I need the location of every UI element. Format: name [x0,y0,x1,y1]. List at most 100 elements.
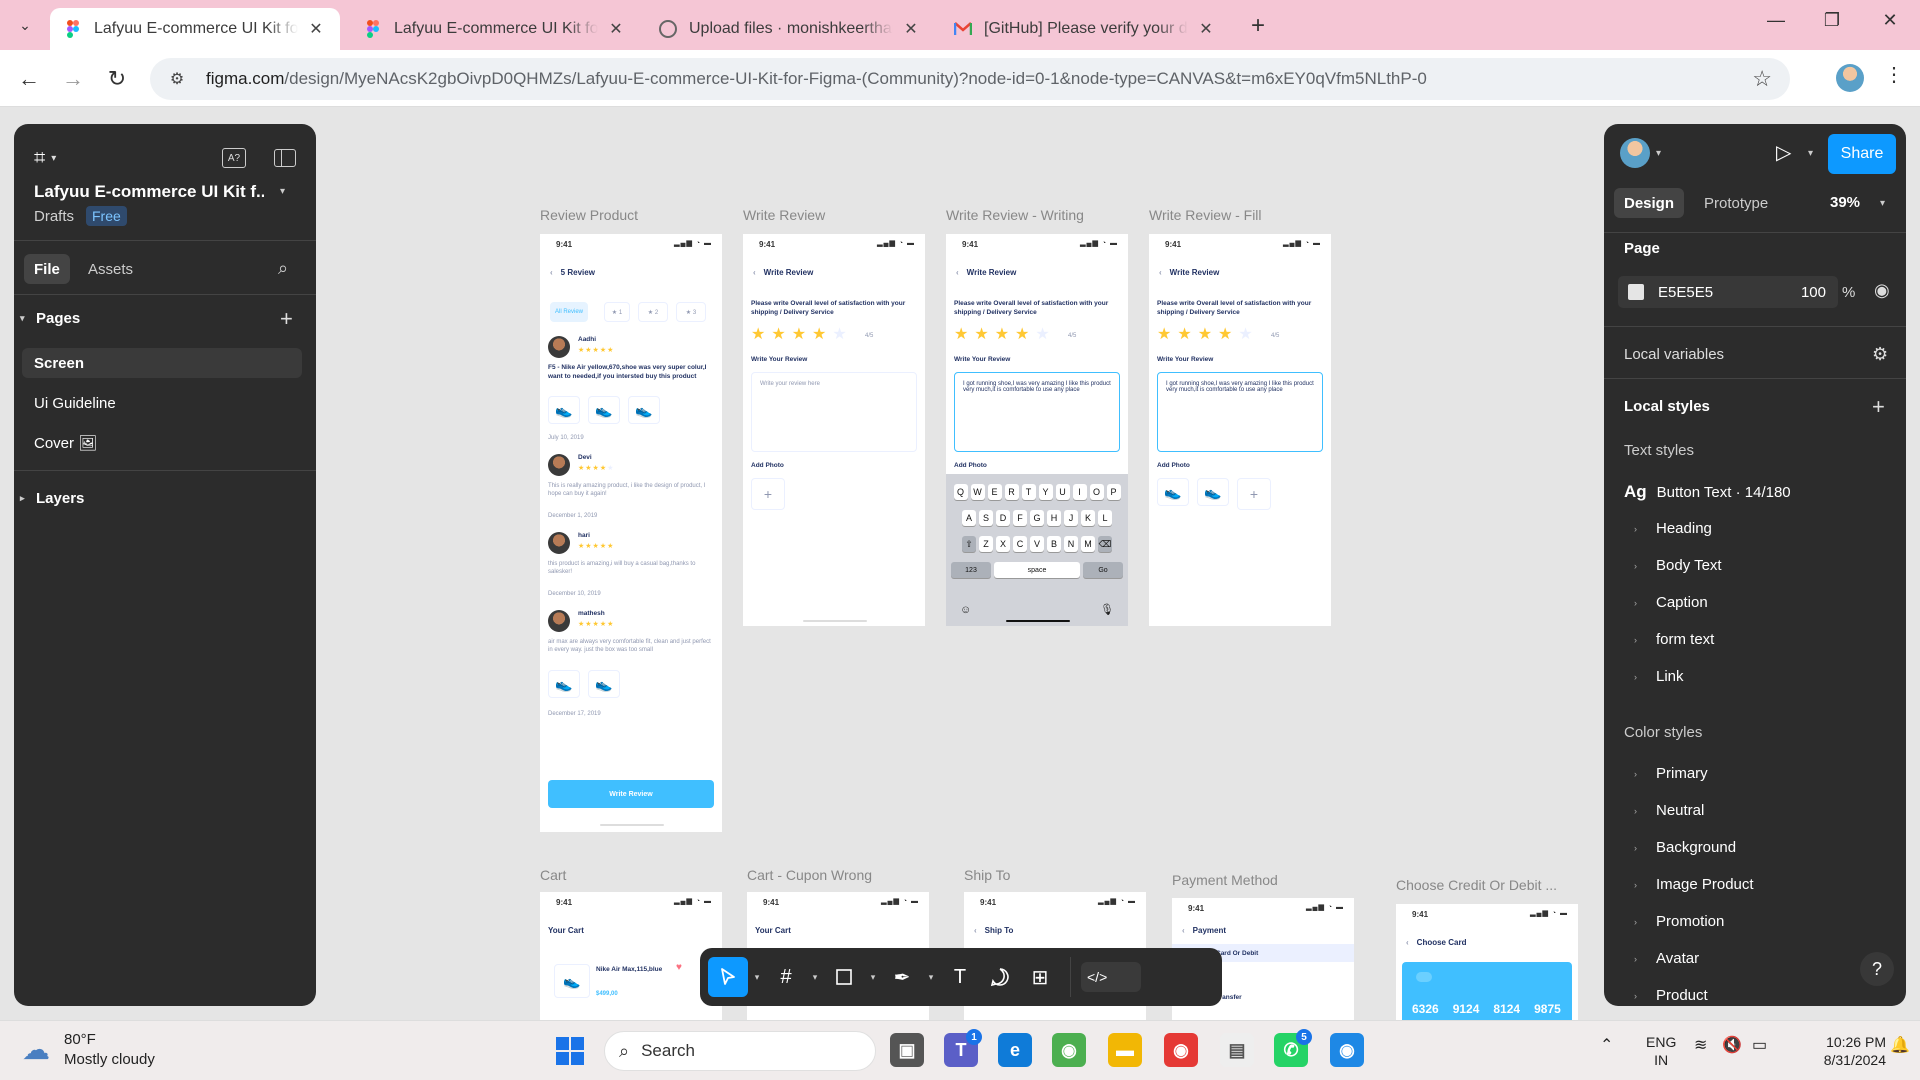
notifications-icon[interactable]: 🔔 [1890,1035,1910,1055]
share-button[interactable]: Share [1828,134,1896,174]
chevron-down-icon[interactable]: ▾ [1880,198,1885,209]
page-item-cover[interactable]: Cover 🖼 [22,428,302,458]
toggle-sidebar-icon[interactable] [274,149,296,167]
tab-figma-1[interactable]: Lafyuu E-commerce UI Kit for Fi ✕ [50,8,340,50]
style-group-avatar[interactable]: › Avatar [1624,950,1699,967]
help-button[interactable]: ? [1860,952,1894,986]
frame-label[interactable]: Write Review - Writing [946,207,1084,223]
ai-icon[interactable]: A? [222,148,246,168]
bookmark-star-icon[interactable]: ☆ [1752,66,1772,92]
weather-cloud-icon[interactable]: ☁ [22,1033,50,1066]
close-window-button[interactable]: ✕ [1870,10,1910,31]
style-group-heading[interactable]: › Heading [1624,520,1712,537]
file-explorer-icon[interactable]: ▬ [1108,1033,1142,1067]
chevron-down-icon[interactable]: ▾ [51,153,56,164]
teams-icon[interactable]: T1 [944,1029,982,1067]
layers-section-header[interactable]: ▸ Layers [20,490,84,507]
task-view-icon[interactable]: ▣ [890,1033,924,1067]
style-group-background[interactable]: › Background [1624,839,1736,856]
style-group-neutral[interactable]: › Neutral [1624,802,1704,819]
chrome-icon[interactable]: ◉ [1052,1033,1086,1067]
figma-menu-icon[interactable]: ⌗ [34,147,45,170]
comment-tool-icon[interactable] [980,957,1020,997]
chevron-down-icon[interactable]: ▾ [806,972,824,983]
new-tab-button[interactable]: + [1244,12,1272,40]
close-tab-icon[interactable]: ✕ [306,19,326,39]
frame-label[interactable]: Review Product [540,207,638,223]
frame-write-review[interactable]: 9:41 ‹Write Review Please write Overall … [743,234,925,626]
local-variables-link[interactable]: Local variables [1624,346,1724,363]
style-group-image-product[interactable]: › Image Product [1624,876,1754,893]
pages-section-header[interactable]: ▾ Pages [20,310,80,327]
dev-mode-toggle[interactable]: </> [1081,962,1141,992]
page-color-field[interactable]: E5E5E5 100 [1618,276,1838,308]
search-icon[interactable]: ⌕ [278,258,288,279]
chrome-icon[interactable]: ◉ [1164,1033,1198,1067]
page-item-screen[interactable]: Screen [22,348,302,378]
weather-description[interactable]: Mostly cloudy [64,1051,155,1068]
text-style-button-text[interactable]: Ag Button Text · 14/180 [1624,482,1791,502]
frame-label[interactable]: Write Review [743,207,825,223]
style-group-caption[interactable]: › Caption [1624,594,1708,611]
tab-gmail[interactable]: [GitHub] Please verify your devi ✕ [940,8,1230,50]
language-indicator[interactable]: ENG IN [1646,1033,1676,1069]
close-tab-icon[interactable]: ✕ [606,19,626,39]
frame-cart[interactable]: 9:41 Your Cart 👟 Nike Air Max,115,blue $… [540,892,722,1020]
chevron-down-icon[interactable]: ▾ [748,972,766,983]
tab-github[interactable]: Upload files · monishkeerthana/ ✕ [645,8,935,50]
rectangle-tool-icon[interactable] [824,957,864,997]
site-settings-icon[interactable]: ⚙ [162,69,192,89]
avatar[interactable] [1620,138,1650,168]
wifi-icon[interactable]: ≋ [1694,1035,1707,1055]
present-play-icon[interactable]: ▷ [1776,140,1791,165]
show-hidden-icons[interactable]: ⌃ [1600,1035,1613,1055]
drafts-link[interactable]: Drafts [34,208,74,225]
frame-review-product[interactable]: 9:41 ‹5 Review All Review ★ 1 ★ 2 ★ 3 Aa… [540,234,722,832]
whatsapp-icon[interactable]: ✆ 5 [1274,1029,1312,1067]
file-title[interactable]: Lafyuu E-commerce UI Kit f... [34,182,264,202]
volume-mute-icon[interactable]: 🔇 [1722,1035,1742,1055]
frame-label[interactable]: Ship To [964,867,1010,883]
actions-tool-icon[interactable]: ⊞ [1020,957,1060,997]
weather-temperature[interactable]: 80°F [64,1031,96,1048]
eye-icon[interactable]: ◉ [1874,280,1890,301]
chevron-down-icon[interactable]: ▾ [864,972,882,983]
zoom-level[interactable]: 39% [1830,194,1860,211]
style-group-body-text[interactable]: › Body Text [1624,557,1722,574]
chevron-down-icon[interactable]: ▾ [922,972,940,983]
frame-label[interactable]: Write Review - Fill [1149,207,1262,223]
tab-file[interactable]: File [24,254,70,284]
page-item-ui-guideline[interactable]: Ui Guideline [22,388,302,418]
pen-tool-icon[interactable]: ✒ [882,957,922,997]
minimize-button[interactable]: — [1756,10,1796,31]
add-page-button[interactable]: + [280,306,293,332]
style-group-product[interactable]: › Product [1624,987,1708,1004]
style-group-primary[interactable]: › Primary [1624,765,1708,782]
frame-label[interactable]: Cart [540,867,566,883]
frame-write-review-fill[interactable]: 9:41 ‹Write Review Please write Overall … [1149,234,1331,626]
close-tab-icon[interactable]: ✕ [1196,19,1216,39]
tab-search-button[interactable]: ⌄ [12,12,38,38]
tab-assets[interactable]: Assets [78,254,143,284]
tab-design[interactable]: Design [1614,188,1685,218]
reload-button[interactable]: ↻ [102,64,132,94]
system-clock[interactable]: 10:26 PM 8/31/2024 [1796,1033,1886,1069]
forward-button[interactable]: → [58,64,88,94]
style-group-form-text[interactable]: › form text [1624,631,1714,648]
chevron-down-icon[interactable]: ▾ [280,186,285,197]
taskbar-search[interactable]: ⌕ Search [604,1031,876,1071]
back-button[interactable]: ← [14,64,44,94]
text-tool-icon[interactable]: T [940,957,980,997]
add-style-button[interactable]: + [1872,394,1885,420]
notepad-icon[interactable]: ▤ [1220,1033,1254,1067]
frame-choose-card[interactable]: 9:41 ‹Choose Card 6326912481249875 [1396,904,1578,1020]
frame-label[interactable]: Cart - Cupon Wrong [747,867,872,883]
chrome-icon[interactable]: ◉ [1330,1033,1364,1067]
restore-button[interactable]: ❐ [1812,10,1852,31]
style-group-link[interactable]: › Link [1624,668,1684,685]
address-bar[interactable]: ⚙ figma.com/design/MyeNAcsK2gbOivpD0QHMZ… [150,58,1790,100]
frame-label[interactable]: Choose Credit Or Debit ... [1396,877,1557,893]
color-swatch[interactable] [1628,284,1644,300]
frame-label[interactable]: Payment Method [1172,872,1278,888]
frame-tool-icon[interactable]: # [766,957,806,997]
